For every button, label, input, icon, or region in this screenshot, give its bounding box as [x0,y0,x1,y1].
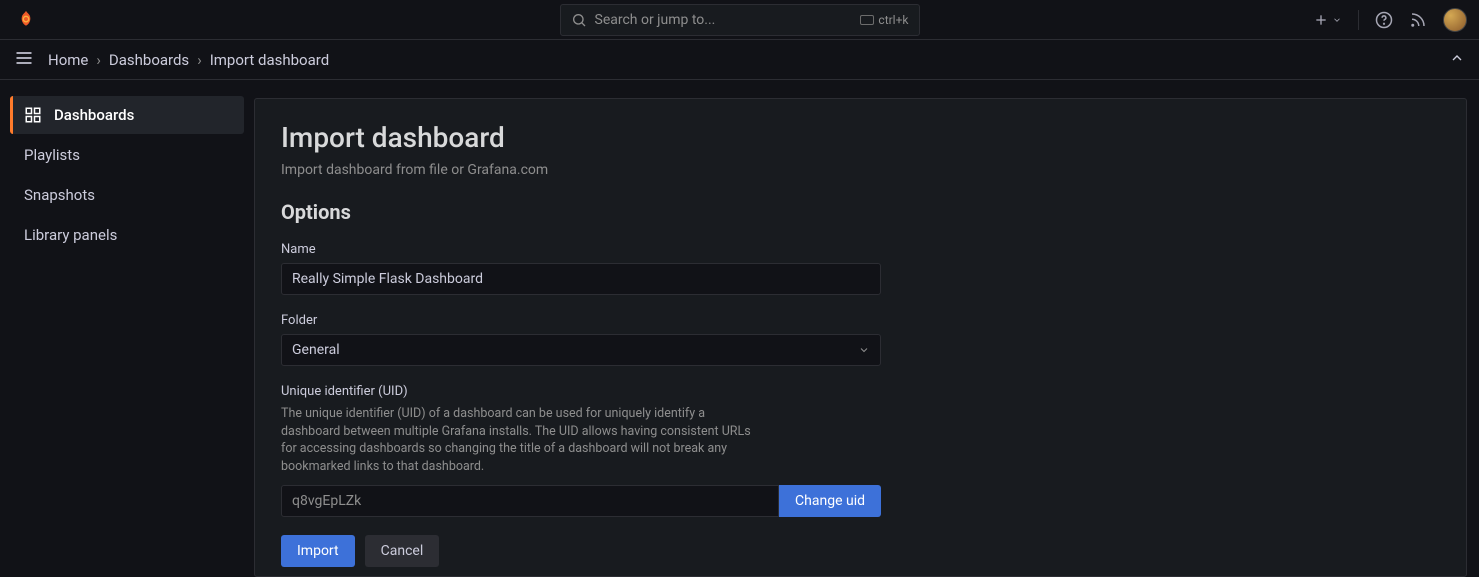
import-button[interactable]: Import [281,535,355,567]
breadcrumb-bar: Home › Dashboards › Import dashboard [0,40,1479,80]
search-placeholder: Search or jump to... [595,12,861,28]
divider [1358,10,1359,30]
folder-select[interactable]: General [281,334,881,366]
help-button[interactable] [1375,11,1393,29]
breadcrumb-current: Import dashboard [210,51,329,69]
sidebar-item-snapshots[interactable]: Snapshots [10,176,244,214]
chevron-up-icon [1449,50,1465,66]
breadcrumb-separator: › [197,51,202,69]
menu-toggle-button[interactable] [14,48,34,72]
folder-value: General [292,342,340,358]
sidebar-item-library-panels[interactable]: Library panels [10,216,244,254]
chevron-down-icon [1332,15,1342,25]
name-input[interactable] [281,263,881,295]
breadcrumb-separator: › [96,51,101,69]
name-label: Name [281,242,1440,257]
uid-label: Unique identifier (UID) [281,384,1440,399]
uid-input [281,485,779,517]
user-avatar[interactable] [1443,8,1467,32]
help-icon [1375,11,1393,29]
keyboard-icon [860,15,874,25]
sidebar-item-playlists[interactable]: Playlists [10,136,244,174]
cancel-button[interactable]: Cancel [365,535,440,567]
sidebar: Dashboards Playlists Snapshots Library p… [0,80,254,577]
sidebar-item-label: Playlists [24,146,80,164]
rss-icon [1409,11,1427,29]
search-shortcut: ctrl+k [860,13,908,27]
change-uid-button[interactable]: Change uid [779,485,881,517]
breadcrumb-home[interactable]: Home [48,51,88,69]
breadcrumb-dashboards[interactable]: Dashboards [109,51,189,69]
breadcrumb: Home › Dashboards › Import dashboard [48,51,329,69]
hamburger-icon [14,48,34,68]
add-button[interactable] [1313,12,1342,28]
topbar: Search or jump to... ctrl+k [0,0,1479,40]
chevron-down-icon [858,344,870,356]
search-icon [571,12,587,28]
sidebar-item-label: Snapshots [24,186,95,204]
collapse-button[interactable] [1449,50,1465,70]
search-input[interactable]: Search or jump to... ctrl+k [560,4,920,36]
folder-label: Folder [281,313,1440,328]
plus-icon [1313,12,1329,28]
grafana-logo-icon [15,9,37,31]
sidebar-item-label: Library panels [24,226,117,244]
page-subtitle: Import dashboard from file or Grafana.co… [281,162,1440,178]
import-panel: Import dashboard Import dashboard from f… [254,98,1467,577]
sidebar-item-label: Dashboards [54,106,134,124]
page-title: Import dashboard [281,121,1440,154]
uid-help-text: The unique identifier (UID) of a dashboa… [281,405,761,475]
news-button[interactable] [1409,11,1427,29]
grafana-logo[interactable] [12,6,40,34]
sidebar-item-dashboards[interactable]: Dashboards [10,96,244,134]
main-content: Import dashboard Import dashboard from f… [254,80,1479,577]
section-title: Options [281,200,1440,224]
dashboards-icon [24,106,42,124]
